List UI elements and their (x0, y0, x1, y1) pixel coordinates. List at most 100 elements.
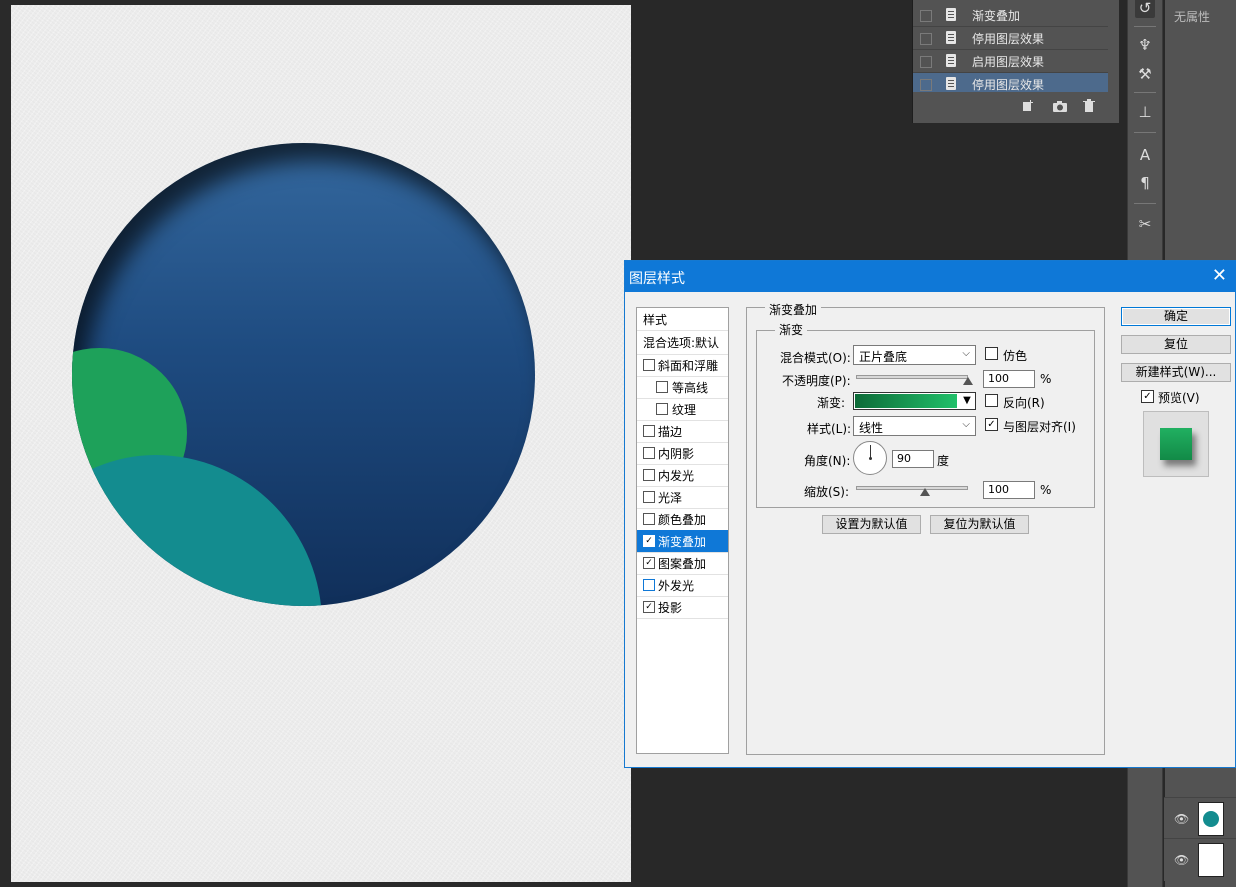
style-list: 样式 混合选项:默认 斜面和浮雕 等高线 纹理 描边 内阴影 内发光 光泽 颜色… (636, 307, 729, 754)
opacity-unit: % (1040, 372, 1052, 386)
style-select[interactable]: 线性 ⌵ (853, 416, 976, 436)
scale-slider[interactable] (856, 486, 968, 490)
angle-label: 角度(N): (804, 454, 851, 468)
style-texture[interactable]: 纹理 (637, 398, 728, 421)
align-layer-label: 与图层对齐(I) (1003, 420, 1076, 434)
scale-input[interactable]: 100 (983, 481, 1035, 499)
opacity-input[interactable]: 100 (983, 370, 1035, 388)
style-bevel-emboss[interactable]: 斜面和浮雕 (637, 354, 728, 377)
gradient-picker[interactable]: ▼ (853, 392, 976, 410)
checkbox[interactable] (643, 359, 655, 371)
style-contour[interactable]: 等高线 (637, 376, 728, 399)
reverse-label: 反向(R) (1003, 396, 1045, 410)
opacity-label: 不透明度(P): (782, 374, 851, 388)
layer-style-dialog: 图层样式 ✕ 样式 混合选项:默认 斜面和浮雕 等高线 纹理 描边 内阴影 内发… (624, 260, 1236, 768)
style-gradient-overlay[interactable]: ✓ 渐变叠加 (637, 530, 728, 553)
angle-unit: 度 (937, 454, 950, 468)
gradient-swatch[interactable] (855, 394, 957, 408)
new-style-button[interactable]: 新建样式(W)... (1121, 363, 1231, 382)
history-item-label: 启用图层效果 (972, 55, 1045, 69)
reverse-checkbox[interactable] (985, 394, 998, 407)
history-panel: 渐变叠加 停用图层效果 启用图层效果 停用图层效果 (912, 0, 1119, 123)
new-document-icon[interactable] (1021, 100, 1035, 112)
camera-icon[interactable] (1053, 101, 1067, 112)
brush-preset-icon[interactable]: ♆ (1135, 35, 1155, 55)
trash-icon[interactable] (1083, 99, 1095, 112)
history-item-label: 渐变叠加 (972, 9, 1021, 23)
history-item[interactable]: 渐变叠加 (913, 4, 1108, 27)
checkbox-checked[interactable]: ✓ (643, 601, 655, 613)
clone-source-icon[interactable]: ⚒ (1135, 64, 1155, 84)
reset-button[interactable]: 复位 (1121, 335, 1231, 354)
paragraph-icon[interactable]: ¶ (1135, 173, 1155, 193)
layer-row[interactable]: 👁 (1164, 838, 1236, 881)
history-brush-icon[interactable]: ↺ (1135, 0, 1155, 18)
document-icon (946, 54, 956, 67)
blend-mode-select[interactable]: 正片叠底 ⌵ (853, 345, 976, 365)
checkbox[interactable] (643, 513, 655, 525)
document-icon (946, 31, 956, 44)
checkbox[interactable] (643, 469, 655, 481)
scale-slider-knob[interactable] (920, 488, 930, 496)
properties-label: 无属性 (1174, 10, 1211, 24)
dither-checkbox[interactable] (985, 347, 998, 360)
history-checkbox[interactable] (920, 79, 932, 91)
scale-label: 缩放(S): (804, 485, 850, 499)
style-label: 样式(L): (807, 422, 852, 436)
style-outer-glow[interactable]: 外发光 (637, 574, 728, 597)
style-inner-glow[interactable]: 内发光 (637, 464, 728, 487)
dialog-titlebar[interactable]: 图层样式 ✕ (625, 261, 1236, 292)
layer-thumbnail (1198, 843, 1224, 877)
tool-separator (1134, 92, 1156, 93)
group-title: 渐变 (775, 321, 808, 338)
set-default-button[interactable]: 设置为默认值 (822, 515, 921, 534)
document-icon (946, 77, 956, 90)
preview-checkbox[interactable]: ✓ (1141, 390, 1154, 403)
opacity-slider-knob[interactable] (963, 377, 973, 385)
dither-label: 仿色 (1003, 349, 1028, 363)
eye-icon[interactable]: 👁 (1174, 812, 1189, 826)
checkbox[interactable] (656, 381, 668, 393)
checkbox[interactable] (643, 491, 655, 503)
layer-row[interactable]: 👁 (1164, 797, 1236, 840)
tool-presets-icon[interactable]: ✂ (1135, 214, 1155, 234)
style-stroke[interactable]: 描边 (637, 420, 728, 443)
chevron-down-icon: ⌵ (962, 419, 970, 430)
history-item[interactable]: 启用图层效果 (913, 50, 1108, 73)
checkbox-checked[interactable]: ✓ (643, 535, 655, 547)
style-inner-shadow[interactable]: 内阴影 (637, 442, 728, 465)
style-pattern-overlay[interactable]: ✓ 图案叠加 (637, 552, 728, 575)
checkbox[interactable] (656, 403, 668, 415)
document-canvas[interactable] (11, 5, 631, 882)
history-checkbox[interactable] (920, 56, 932, 68)
checkbox[interactable] (643, 425, 655, 437)
reset-default-button[interactable]: 复位为默认值 (930, 515, 1029, 534)
eye-icon[interactable]: 👁 (1174, 853, 1189, 867)
style-drop-shadow[interactable]: ✓ 投影 (637, 596, 728, 619)
angle-dial[interactable] (853, 441, 887, 475)
document-icon (946, 8, 956, 21)
checkbox[interactable] (643, 447, 655, 459)
scale-unit: % (1040, 483, 1052, 497)
history-item[interactable]: 停用图层效果 (913, 27, 1108, 50)
style-list-header[interactable]: 样式 (637, 308, 728, 331)
style-color-overlay[interactable]: 颜色叠加 (637, 508, 728, 531)
history-item-label: 停用图层效果 (972, 78, 1045, 92)
ok-button[interactable]: 确定 (1121, 307, 1231, 326)
character-icon[interactable]: A (1135, 145, 1155, 165)
close-icon[interactable]: ✕ (1212, 265, 1227, 286)
history-checkbox[interactable] (920, 10, 932, 22)
opacity-slider[interactable] (856, 375, 968, 379)
stamp-icon[interactable]: ⊥ (1135, 102, 1155, 122)
style-satin[interactable]: 光泽 (637, 486, 728, 509)
align-layer-checkbox[interactable]: ✓ (985, 418, 998, 431)
checkbox-checked[interactable]: ✓ (643, 557, 655, 569)
checkbox[interactable] (643, 579, 655, 591)
history-checkbox[interactable] (920, 33, 932, 45)
blend-mode-label: 混合模式(O): (780, 351, 851, 365)
style-value: 线性 (859, 421, 884, 435)
style-blending-options[interactable]: 混合选项:默认 (637, 330, 728, 355)
caret-down-icon[interactable]: ▼ (960, 394, 974, 408)
angle-input[interactable]: 90 (892, 450, 934, 468)
tool-separator (1134, 26, 1156, 27)
